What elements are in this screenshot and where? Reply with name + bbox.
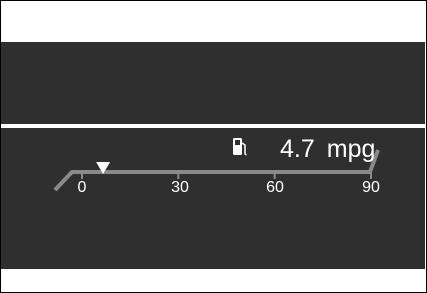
tick-label-30: 30 bbox=[171, 179, 189, 196]
fuel-economy-readout: 4.7 mpg bbox=[232, 137, 375, 162]
tick-label-90: 90 bbox=[362, 179, 380, 196]
mpg-unit-label: mpg bbox=[326, 135, 376, 163]
tick-label-0: 0 bbox=[77, 179, 87, 196]
tick-label-60: 60 bbox=[266, 179, 284, 196]
fuel-pump-icon bbox=[232, 137, 248, 157]
mpg-value: 4.7 bbox=[280, 135, 315, 163]
